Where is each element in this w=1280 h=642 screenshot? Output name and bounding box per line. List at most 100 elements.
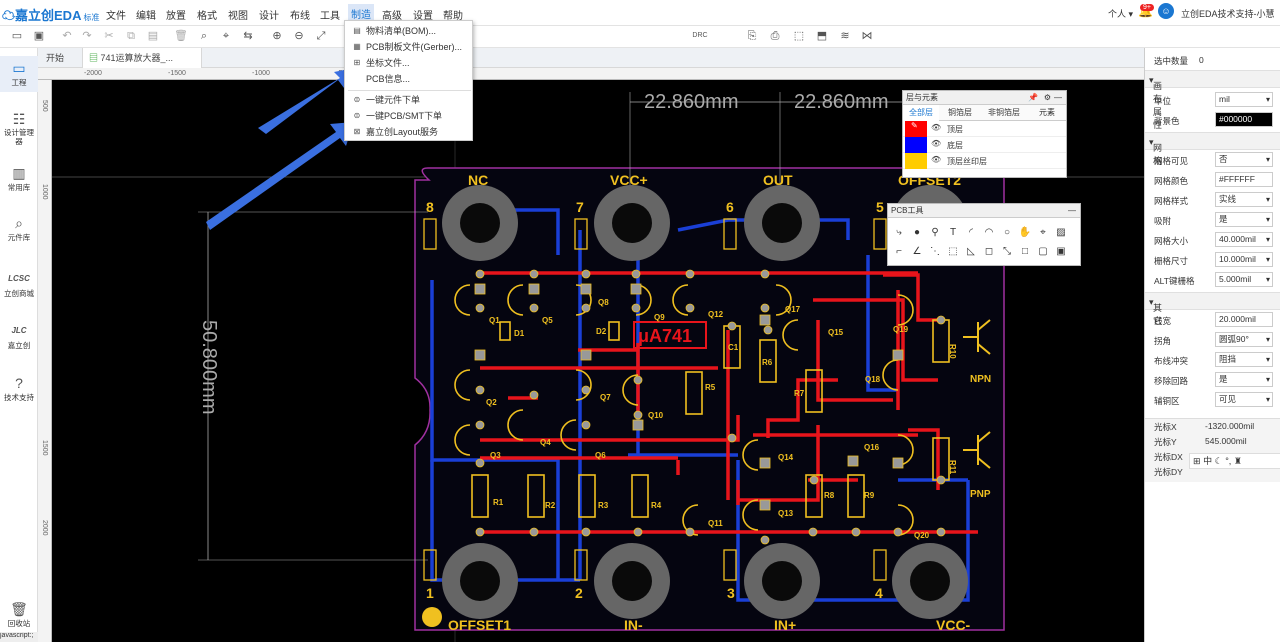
delete-icon[interactable]: 🗑 — [174, 29, 188, 43]
solid-region-icon[interactable]: ▢ — [1036, 245, 1050, 259]
minimize-icon[interactable]: — — [1068, 204, 1076, 218]
grid-visible-select[interactable]: 否 — [1215, 152, 1273, 167]
circle-tool-icon[interactable]: ○ — [1000, 226, 1014, 240]
pcb-tools-header[interactable]: PCB工具 — — [888, 204, 1080, 218]
sidebar-item-design-manager[interactable]: ☷ 设计管理器 — [0, 110, 38, 146]
personal-menu[interactable]: 个人 ▾ — [1108, 7, 1133, 20]
eye-icon[interactable]: 👁 — [931, 139, 941, 148]
drc-button[interactable]: DRC — [690, 29, 710, 43]
menu-file[interactable]: 文件 — [106, 7, 126, 22]
app-logo[interactable]: ☁嘉立创EDA 标准 — [2, 5, 99, 24]
tab-all-layers[interactable]: 全部层 — [903, 105, 939, 121]
minimize-icon[interactable]: — — [1054, 91, 1062, 105]
share-icon[interactable]: ⋈ — [860, 29, 874, 43]
connect-tool-icon[interactable]: ⋱ — [928, 245, 942, 259]
grid-size-select[interactable]: 40.000mil — [1215, 232, 1273, 247]
menu-format[interactable]: 格式 — [197, 7, 217, 22]
export-icon[interactable]: ⎙ — [768, 29, 782, 43]
aux-select[interactable]: 可见 — [1215, 392, 1273, 407]
dimension-tool-icon[interactable]: ⤡ — [1000, 245, 1014, 259]
undo-icon[interactable]: ↶ — [60, 29, 74, 43]
rect-tool-icon[interactable]: □ — [1018, 245, 1032, 259]
sidebar-item-jlc[interactable]: JLC 嘉立创 — [0, 322, 38, 351]
zoom-out-icon[interactable]: ⊖ — [292, 29, 306, 43]
tab-non-copper-layers[interactable]: 非铜箔层 — [981, 105, 1027, 121]
arc-tool-icon[interactable]: ◜ — [964, 226, 978, 240]
layer-row-top[interactable]: ✎ 👁 顶层 — [903, 121, 1066, 137]
tab-copper-layers[interactable]: 铜箔层 — [941, 105, 979, 121]
unit-select[interactable]: mil — [1215, 92, 1273, 107]
sidebar-item-component-lib[interactable]: ⌕ 元件库 — [0, 214, 38, 243]
layer-row-bottom[interactable]: 👁 底层 — [903, 137, 1066, 153]
pad-tool-icon[interactable]: ● — [910, 226, 924, 240]
tab-start[interactable]: 开始 — [40, 48, 70, 68]
photo-view-icon[interactable]: ⬒ — [815, 29, 829, 43]
find-icon[interactable]: ⌕ — [197, 29, 211, 43]
menu-design[interactable]: 设计 — [259, 7, 279, 22]
crosshair-tool-icon[interactable]: ⌖ — [1036, 226, 1050, 240]
ime-toolbar[interactable]: ⊞ 中 ☾ °, ♜ — [1189, 453, 1280, 469]
image-tool-icon[interactable]: ▨ — [1054, 226, 1068, 240]
3d-icon[interactable]: ⬚ — [792, 29, 806, 43]
pin-icon[interactable]: 📌 — [1028, 91, 1038, 105]
layers-panel-header[interactable]: 层与元素 📌 ⚙ — — [903, 91, 1066, 105]
menu-order-components[interactable]: ⊜ 一键元件下单 — [348, 93, 471, 108]
avatar[interactable]: ☺ — [1158, 3, 1174, 19]
angle-tool-icon[interactable]: ∠ — [910, 245, 924, 259]
hand-tool-icon[interactable]: ✋ — [1018, 226, 1032, 240]
cross-probe-icon[interactable]: ⇆ — [241, 29, 255, 43]
corner-tool-icon[interactable]: ⌐ — [892, 245, 906, 259]
tab-pcb[interactable]: ▤ 741运算放大器_... — [82, 48, 202, 68]
bg-color-input[interactable]: #000000 — [1215, 112, 1273, 127]
copy-icon[interactable]: ⧉ — [124, 29, 138, 43]
sidebar-item-trash[interactable]: 🗑 回收站 — [0, 600, 38, 629]
find-similar-icon[interactable]: ⌖ — [219, 29, 233, 43]
import-icon[interactable]: ⎘ — [745, 29, 759, 43]
sidebar-item-common-lib[interactable]: ▥ 常用库 — [0, 164, 38, 193]
grid-color-input[interactable]: #FFFFFF — [1215, 172, 1273, 187]
account-name[interactable]: 立创EDA技术支持-小慧 — [1181, 7, 1275, 20]
fit-icon[interactable]: ⤢ — [314, 29, 328, 43]
snap-select[interactable]: 是 — [1215, 212, 1273, 227]
eye-icon[interactable]: 👁 — [931, 155, 941, 164]
gear-icon[interactable]: ⚙ — [1044, 91, 1051, 105]
track-tool-icon[interactable]: ⤷ — [892, 226, 906, 240]
hole-tool-icon[interactable]: ▣ — [1054, 245, 1068, 259]
menu-edit[interactable]: 编辑 — [136, 7, 156, 22]
route-conflict-select[interactable]: 阻挡 — [1215, 352, 1273, 367]
menu-order-pcb-smt[interactable]: ⊜ 一键PCB/SMT下单 — [348, 109, 471, 124]
menu-bom[interactable]: ▤ 物料清单(BOM)... — [348, 24, 471, 39]
save-icon[interactable]: ▣ — [32, 29, 46, 43]
cut-icon[interactable]: ✂ — [102, 29, 116, 43]
tab-elements[interactable]: 元素 — [1029, 105, 1065, 121]
alt-grid-select[interactable]: 5.000mil — [1215, 272, 1273, 287]
eye-icon[interactable]: 👁 — [931, 123, 941, 132]
redo-icon[interactable]: ↷ — [80, 29, 94, 43]
fence-size-select[interactable]: 10.000mil — [1215, 252, 1273, 267]
menu-route[interactable]: 布线 — [290, 7, 310, 22]
sidebar-item-lcsc[interactable]: LCSC 立创商城 — [0, 270, 38, 299]
section-grid[interactable]: ▾ 网格 — [1145, 132, 1280, 166]
open-icon[interactable]: ▭ — [10, 29, 24, 43]
sidebar-item-project[interactable]: ▭ 工程 — [0, 56, 38, 92]
menu-view[interactable]: 视图 — [228, 7, 248, 22]
menu-pick-place[interactable]: ⊞ 坐标文件... — [348, 56, 471, 71]
corner-select[interactable]: 圆弧90° — [1215, 332, 1273, 347]
menu-gerber[interactable]: ▦ PCB制板文件(Gerber)... — [348, 40, 471, 55]
section-canvas[interactable]: ▾ 画布属性 — [1145, 70, 1280, 130]
via-tool-icon[interactable]: ⚲ — [928, 226, 942, 240]
paste-icon[interactable]: ▤ — [146, 29, 160, 43]
text-tool-icon[interactable]: T — [946, 226, 960, 240]
menu-tools[interactable]: 工具 — [320, 7, 340, 22]
zoom-in-icon[interactable]: ⊕ — [270, 29, 284, 43]
layer-row-top-silk[interactable]: 👁 顶层丝印层 — [903, 153, 1066, 169]
remove-loop-select[interactable]: 是 — [1215, 372, 1273, 387]
menu-place[interactable]: 放置 — [166, 7, 186, 22]
arc2-tool-icon[interactable]: ◠ — [982, 226, 996, 240]
menu-layout-service[interactable]: ⊠ 嘉立创Layout服务 — [348, 125, 471, 140]
layers-icon[interactable]: ≋ — [838, 29, 852, 43]
region-tool-icon[interactable]: ⬚ — [946, 245, 960, 259]
grid-style-select[interactable]: 实线 — [1215, 192, 1273, 207]
line-width-input[interactable]: 20.000mil — [1215, 312, 1273, 327]
section-other[interactable]: ▾ 其它 — [1145, 292, 1280, 326]
